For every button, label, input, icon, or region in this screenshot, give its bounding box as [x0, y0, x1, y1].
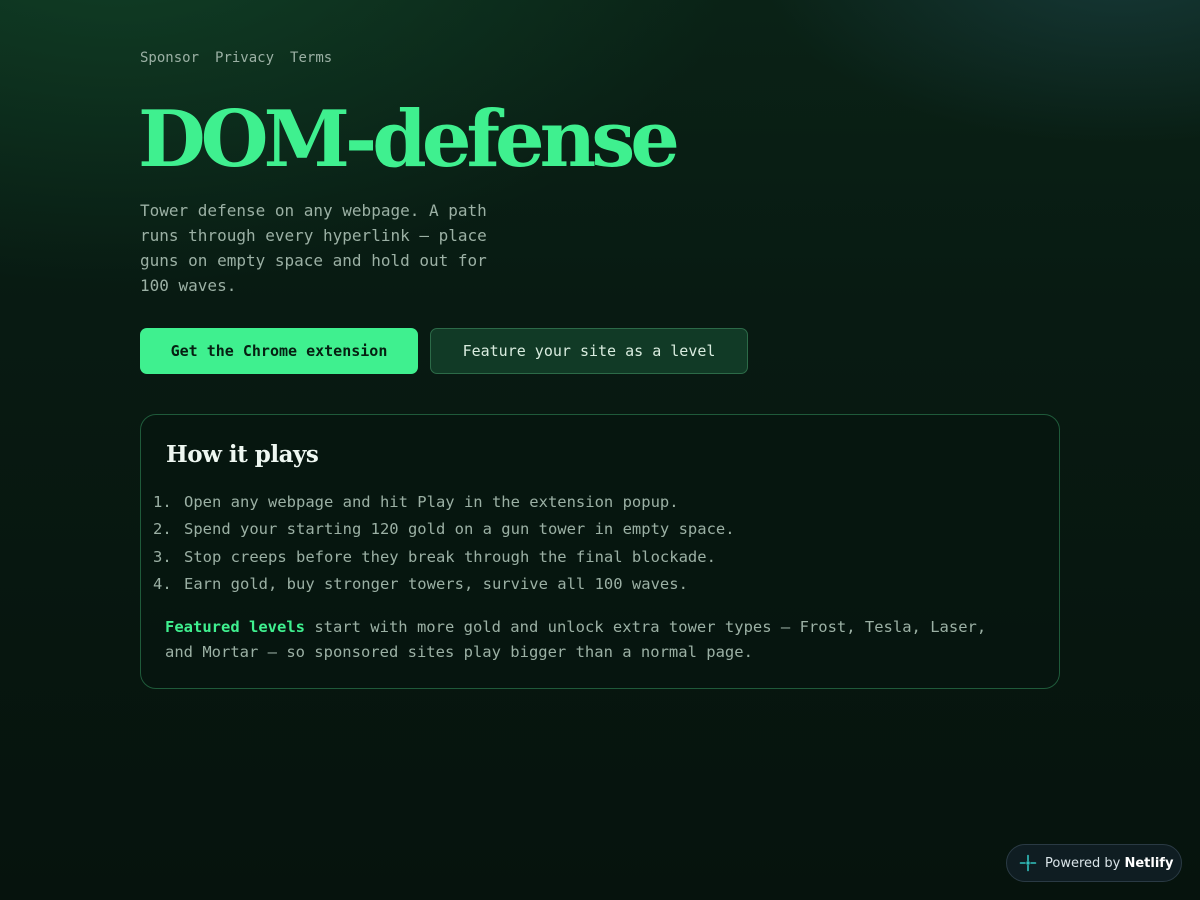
- step-text: Spend your starting 120 gold on a gun to…: [184, 520, 735, 539]
- how-it-plays-title: How it plays: [166, 441, 319, 468]
- step-text: Stop creeps before they break through th…: [184, 547, 716, 566]
- step-item: 3. Stop creeps before they break through …: [153, 544, 735, 571]
- step-text: Earn gold, buy stronger towers, survive …: [184, 574, 688, 593]
- step-item: 1. Open any webpage and hit Play in the e…: [153, 489, 735, 516]
- step-text: Open any webpage and hit Play in the ext…: [184, 493, 679, 511]
- step-item: 4. Earn gold, buy stronger towers, surviv…: [153, 571, 735, 598]
- nav-link-terms[interactable]: Terms: [290, 48, 332, 68]
- hero-tagline: Tower defense on any webpage. A path run…: [140, 201, 487, 295]
- step-number: 2.: [153, 520, 172, 539]
- powered-by-netlify-badge[interactable]: Powered by Netlify: [1006, 844, 1182, 882]
- get-chrome-extension-button[interactable]: Get the Chrome extension: [140, 328, 418, 374]
- nav-link-privacy[interactable]: Privacy: [215, 48, 274, 68]
- nav-link-sponsor[interactable]: Sponsor: [140, 48, 199, 68]
- feature-your-site-button[interactable]: Feature your site as a level: [430, 328, 748, 374]
- step-number: 1.: [153, 493, 172, 511]
- top-nav: Sponsor Privacy Terms: [140, 48, 332, 68]
- badge-label: Powered by Netlify: [1045, 856, 1173, 871]
- step-number: 3.: [153, 547, 172, 566]
- featured-levels-label: Featured levels: [165, 618, 305, 636]
- netlify-icon: [1019, 854, 1037, 872]
- step-item: 2. Spend your starting 120 gold on a gun …: [153, 516, 735, 543]
- step-number: 4.: [153, 574, 172, 593]
- steps-list: 1. Open any webpage and hit Play in the e…: [153, 489, 735, 598]
- featured-levels-note: Featured levels start with more gold and…: [165, 615, 1015, 665]
- badge-brand: Netlify: [1124, 855, 1174, 871]
- badge-prefix: Powered by: [1045, 855, 1125, 871]
- page-title: DOM-defense: [138, 94, 680, 185]
- how-it-plays-card: How it plays 1. Open any webpage and hit …: [140, 414, 1060, 689]
